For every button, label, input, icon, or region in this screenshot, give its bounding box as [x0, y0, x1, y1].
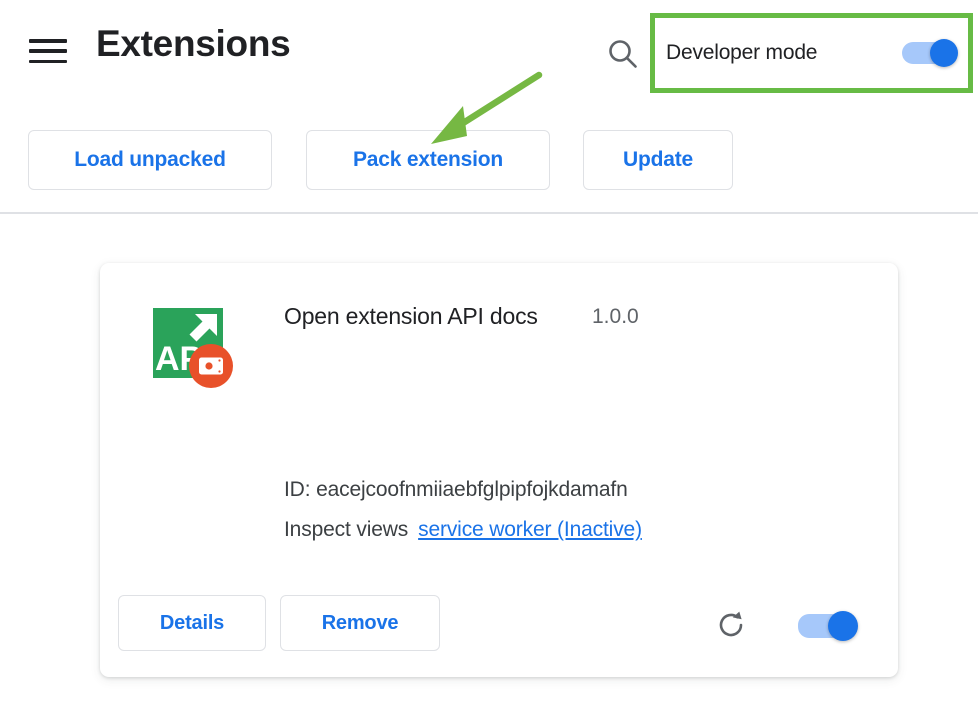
toggle-knob: [930, 39, 958, 67]
update-button[interactable]: Update: [583, 130, 733, 190]
page-title: Extensions: [96, 24, 290, 65]
extension-id: ID: eacejcoofnmiiaebfglpipfojkdamafn: [284, 478, 628, 502]
extension-enabled-toggle[interactable]: [798, 611, 858, 641]
hamburger-bar: [29, 49, 67, 53]
api-docs-extension-icon: API: [153, 308, 237, 392]
hamburger-bar: [29, 60, 67, 64]
reload-icon[interactable]: [715, 609, 747, 641]
pack-extension-button[interactable]: Pack extension: [306, 130, 550, 190]
toggle-knob: [828, 611, 858, 641]
extension-id-value: eacejcoofnmiiaebfglpipfojkdamafn: [316, 478, 628, 501]
search-icon[interactable]: [606, 37, 640, 71]
extensions-toolbar: Load unpacked Pack extension Update: [0, 130, 978, 192]
extension-card: API Open extension API docs 1.0.0 ID: ea…: [100, 263, 898, 677]
developer-mode-label: Developer mode: [666, 41, 817, 65]
hamburger-bar: [29, 39, 67, 43]
developer-mode-toggle[interactable]: [902, 39, 958, 67]
header-divider: [0, 212, 978, 214]
details-button[interactable]: Details: [118, 595, 266, 651]
service-worker-link[interactable]: service worker (Inactive): [418, 518, 642, 542]
hamburger-menu-icon[interactable]: [28, 35, 68, 67]
inspect-views-label: Inspect views: [284, 518, 408, 542]
inspect-views-row: Inspect views service worker (Inactive): [284, 518, 642, 542]
extension-card-footer: Details Remove: [100, 567, 898, 677]
page-header: Extensions Developer mode: [0, 0, 978, 105]
remove-button[interactable]: Remove: [280, 595, 440, 651]
extension-version: 1.0.0: [592, 305, 639, 329]
load-unpacked-button[interactable]: Load unpacked: [28, 130, 272, 190]
extensions-page: Extensions Developer mode Load unpacked …: [0, 0, 978, 720]
extension-id-label: ID:: [284, 478, 310, 501]
developer-mode-control[interactable]: Developer mode: [666, 27, 958, 79]
extension-name: Open extension API docs: [284, 303, 538, 330]
